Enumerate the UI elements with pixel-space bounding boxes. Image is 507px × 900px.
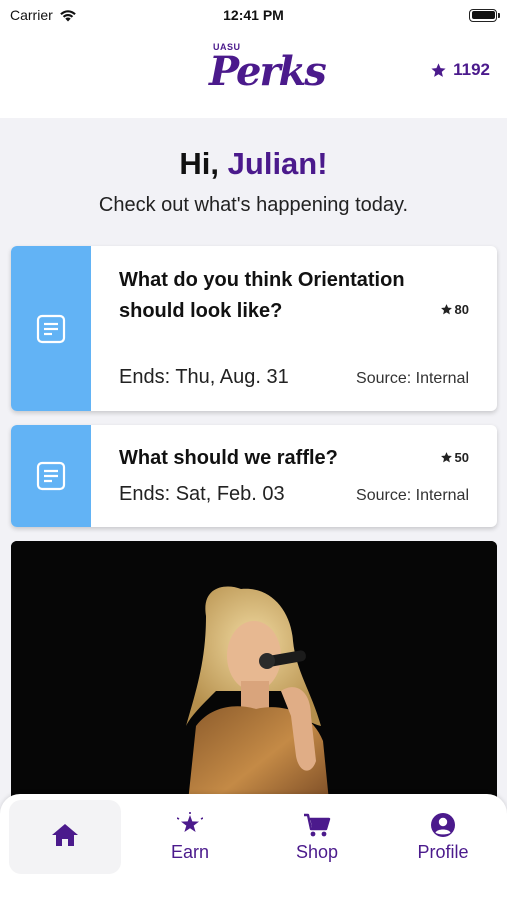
profile-icon — [431, 812, 455, 837]
card-ends: Ends: Sat, Feb. 03 — [119, 483, 285, 505]
card-reward: 50 — [440, 450, 469, 465]
card-body: What do you think Orientation should loo… — [119, 246, 469, 411]
card-icon-strip — [11, 425, 91, 527]
cart-icon — [304, 813, 331, 836]
tab-earn[interactable]: Earn — [134, 800, 246, 874]
card-body: What should we raffle? 50 Ends: Sat, Feb… — [119, 425, 469, 527]
user-name: Julian! — [227, 146, 328, 181]
tab-profile-label: Profile — [417, 841, 469, 862]
points-value: 1192 — [453, 60, 490, 79]
greeting-prefix: Hi, — [179, 146, 228, 181]
card-source: Source: Internal — [356, 487, 469, 504]
card-reward-value: 50 — [454, 450, 469, 465]
home-icon — [52, 824, 78, 846]
document-icon — [36, 314, 66, 343]
star-icon — [440, 304, 452, 315]
app-header: UASU Perks 1192 — [0, 30, 507, 118]
tab-shop-label: Shop — [295, 841, 339, 862]
perks-logo: UASU Perks — [205, 40, 327, 112]
card-ends: Ends: Thu, Aug. 31 — [119, 366, 289, 388]
survey-card[interactable]: What do you think Orientation should loo… — [11, 246, 497, 411]
card-reward: 80 — [440, 302, 469, 317]
document-icon — [36, 461, 66, 491]
card-title: What do you think Orientation should loo… — [119, 269, 405, 322]
tab-profile[interactable]: Profile — [387, 800, 499, 874]
card-meta: Ends: Sat, Feb. 03 Source: Internal — [119, 483, 469, 506]
tab-shop[interactable]: Shop — [261, 800, 373, 874]
card-title: What should we raffle? — [119, 447, 338, 469]
tab-earn-label: Earn — [170, 841, 210, 862]
performer-photo — [11, 541, 497, 821]
card-reward-value: 80 — [454, 302, 469, 317]
wifi-icon — [59, 9, 76, 21]
status-bar: Carrier 12:41 PM — [0, 0, 507, 30]
bottom-tab-bar: Earn Shop Profile — [0, 794, 507, 900]
greeting-subtitle: Check out what's happening today. — [98, 194, 409, 216]
carrier-label: Carrier — [10, 7, 53, 23]
card-source: Source: Internal — [356, 370, 469, 387]
logo-main-text: Perks — [209, 48, 327, 95]
card-icon-strip — [11, 246, 91, 411]
tab-home[interactable] — [9, 800, 121, 874]
star-icon — [440, 452, 452, 463]
survey-card[interactable]: What should we raffle? 50 Ends: Sat, Feb… — [11, 425, 497, 527]
star-icon — [431, 62, 446, 77]
status-left: Carrier — [10, 7, 77, 23]
battery-icon — [469, 8, 500, 22]
earn-icon — [177, 811, 203, 832]
greeting-heading: Hi, Julian! — [0, 146, 507, 182]
points-balance[interactable]: 1192 — [430, 60, 490, 80]
card-meta: Ends: Thu, Aug. 31 Source: Internal — [119, 366, 469, 389]
event-photo-card[interactable] — [11, 541, 497, 821]
